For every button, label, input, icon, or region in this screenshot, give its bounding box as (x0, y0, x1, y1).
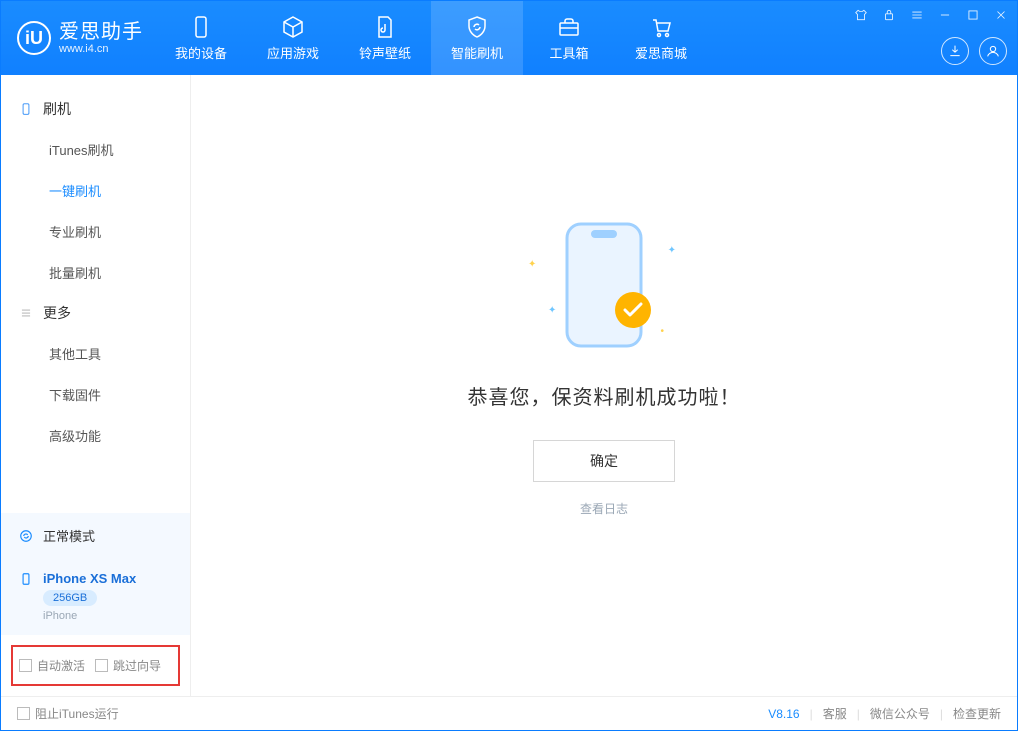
tab-label: 工具箱 (549, 43, 588, 62)
phone-icon (189, 15, 213, 39)
titlebar: iU 爱思助手 www.i4.cn 我的设备 应用游戏 铃声壁纸 智能刷机 (1, 1, 1017, 75)
body: 刷机 iTunes刷机 一键刷机 专业刷机 批量刷机 更多 其他工具 下载固件 … (1, 75, 1017, 696)
window-controls (853, 7, 1009, 23)
tab-store[interactable]: 爱思商城 (615, 1, 707, 75)
tab-label: 铃声壁纸 (359, 43, 411, 62)
minimize-button[interactable] (937, 7, 953, 23)
customer-service-link[interactable]: 客服 (823, 705, 847, 722)
checkbox-label: 阻止iTunes运行 (35, 705, 119, 722)
phone-small-icon (19, 572, 33, 586)
tab-ringtone-wallpaper[interactable]: 铃声壁纸 (339, 1, 431, 75)
success-title: 恭喜您，保资料刷机成功啦！ (468, 381, 741, 410)
sidebar: 刷机 iTunes刷机 一键刷机 专业刷机 批量刷机 更多 其他工具 下载固件 … (1, 75, 191, 696)
brand-title: 爱思助手 (59, 21, 143, 43)
sidebar-item-other-tools[interactable]: 其他工具 (1, 333, 190, 374)
lock-icon[interactable] (881, 7, 897, 23)
user-icon[interactable] (979, 37, 1007, 65)
tab-label: 我的设备 (175, 43, 227, 62)
tab-label: 爱思商城 (635, 43, 687, 62)
device-capacity-badge: 256GB (43, 590, 97, 606)
device-name: iPhone XS Max (43, 571, 136, 586)
sidebar-item-batch-flash[interactable]: 批量刷机 (1, 252, 190, 293)
tab-label: 智能刷机 (451, 43, 503, 62)
block-itunes-checkbox[interactable]: 阻止iTunes运行 (17, 705, 119, 722)
shield-refresh-icon (465, 15, 489, 39)
highlighted-options-box: 自动激活 跳过向导 (11, 645, 180, 686)
device-mode-row[interactable]: 正常模式 (1, 513, 190, 558)
tab-smart-flash[interactable]: 智能刷机 (431, 1, 523, 75)
device-type: iPhone (43, 610, 77, 622)
shirt-icon[interactable] (853, 7, 869, 23)
sidebar-item-itunes-flash[interactable]: iTunes刷机 (1, 129, 190, 170)
cube-icon (281, 15, 305, 39)
auto-activate-checkbox[interactable]: 自动激活 (19, 657, 85, 674)
version-label: V8.16 (768, 707, 799, 721)
list-icon (19, 306, 33, 320)
brand-subtitle: www.i4.cn (59, 43, 143, 55)
toolbox-icon (557, 15, 581, 39)
music-file-icon (373, 15, 397, 39)
app-window: iU 爱思助手 www.i4.cn 我的设备 应用游戏 铃声壁纸 智能刷机 (0, 0, 1018, 731)
main-tabs: 我的设备 应用游戏 铃声壁纸 智能刷机 工具箱 爱思商城 (155, 1, 707, 75)
device-mode-label: 正常模式 (43, 526, 95, 545)
tab-my-device[interactable]: 我的设备 (155, 1, 247, 75)
tab-label: 应用游戏 (267, 43, 319, 62)
sidebar-item-advanced[interactable]: 高级功能 (1, 415, 190, 456)
brand: iU 爱思助手 www.i4.cn (17, 21, 143, 55)
download-icon[interactable] (941, 37, 969, 65)
brand-logo-icon: iU (17, 21, 51, 55)
sidebar-item-pro-flash[interactable]: 专业刷机 (1, 211, 190, 252)
check-update-link[interactable]: 检查更新 (953, 705, 1001, 722)
sidebar-section-more: 更多 (1, 293, 190, 333)
success-illustration: ✦ ✦ ✦ • (514, 215, 694, 355)
sidebar-section-title: 刷机 (43, 99, 71, 119)
check-badge-icon (614, 291, 652, 329)
view-log-link[interactable]: 查看日志 (580, 500, 628, 517)
checkbox-label: 自动激活 (37, 657, 85, 674)
checkbox-label: 跳过向导 (113, 657, 161, 674)
tab-toolbox[interactable]: 工具箱 (523, 1, 615, 75)
statusbar: 阻止iTunes运行 V8.16 | 客服 | 微信公众号 | 检查更新 (1, 696, 1017, 730)
tab-apps-games[interactable]: 应用游戏 (247, 1, 339, 75)
main-content: ✦ ✦ ✦ • 恭喜您，保资料刷机成功啦！ 确定 查看日志 (191, 75, 1017, 696)
skip-guide-checkbox[interactable]: 跳过向导 (95, 657, 161, 674)
menu-icon[interactable] (909, 7, 925, 23)
ok-button[interactable]: 确定 (533, 440, 675, 482)
close-button[interactable] (993, 7, 1009, 23)
device-info-row[interactable]: iPhone XS Max 256GB iPhone (1, 558, 190, 635)
sidebar-section-flash: 刷机 (1, 89, 190, 129)
refresh-icon (19, 529, 33, 543)
cart-icon (649, 15, 673, 39)
maximize-button[interactable] (965, 7, 981, 23)
header-right-buttons (941, 37, 1007, 65)
sidebar-section-title: 更多 (43, 303, 71, 323)
sidebar-item-oneclick-flash[interactable]: 一键刷机 (1, 170, 190, 211)
phone-outline-icon (561, 220, 647, 350)
phone-small-icon (19, 102, 33, 116)
wechat-link[interactable]: 微信公众号 (870, 705, 930, 722)
sidebar-item-download-firmware[interactable]: 下载固件 (1, 374, 190, 415)
